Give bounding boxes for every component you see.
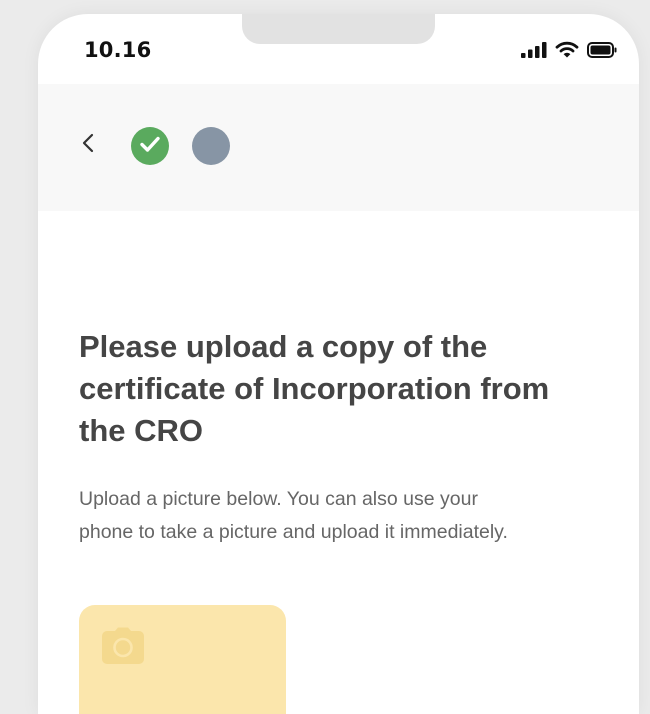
checkmark-icon (139, 135, 161, 157)
back-button[interactable] (76, 130, 100, 160)
status-bar: 10.16 (38, 14, 639, 84)
step-indicator-current (192, 127, 230, 165)
battery-icon (587, 41, 617, 62)
step-indicator-completed (131, 127, 169, 165)
phone-screen: 10.16 Please upload a copy of the certif… (38, 14, 639, 714)
page-title: Please upload a copy of the certificate … (79, 329, 550, 448)
cellular-signal-icon (521, 41, 547, 62)
upload-photo-button[interactable] (79, 605, 286, 714)
status-time: 10.16 (84, 38, 152, 62)
camera-icon (101, 627, 145, 669)
page-description: Upload a picture below. You can also use… (79, 488, 508, 543)
status-icons (521, 41, 617, 62)
chevron-left-icon (81, 132, 95, 158)
wifi-icon (555, 41, 579, 62)
header-bar (38, 84, 639, 211)
